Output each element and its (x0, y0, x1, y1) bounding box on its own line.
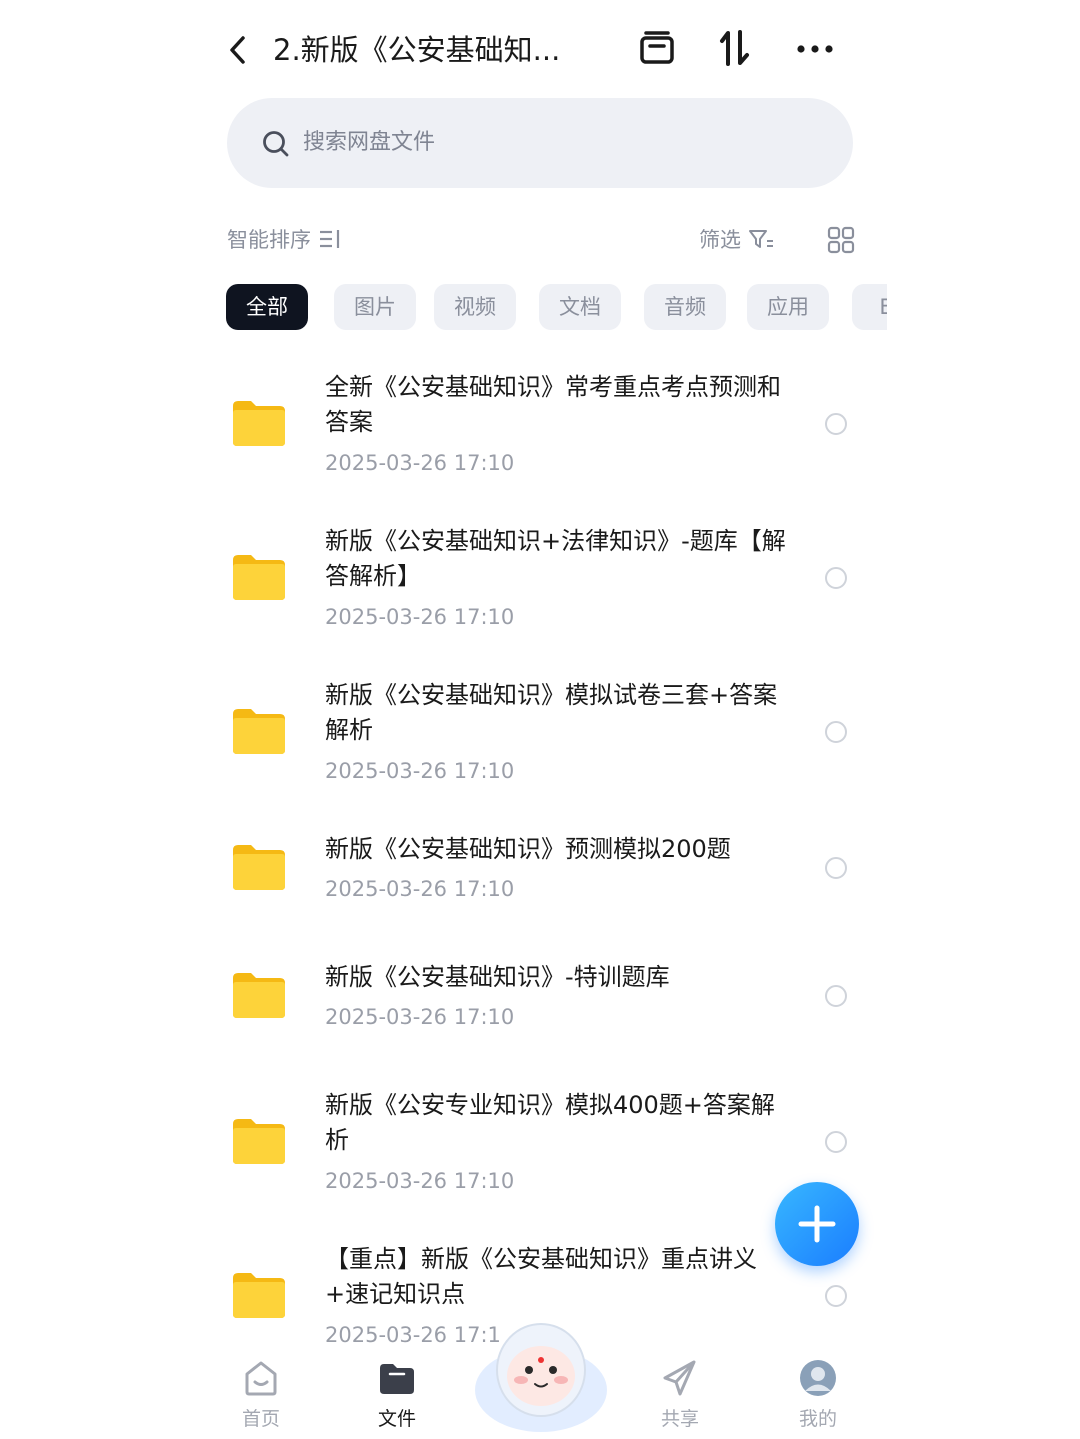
top-bar: 2.新版《公安基础知... (193, 0, 887, 95)
tab-bt[interactable]: BT (852, 284, 887, 330)
folder-icon (380, 1364, 414, 1394)
nav-files[interactable]: 文件 (342, 1352, 452, 1439)
tab-images[interactable]: 图片 (334, 284, 416, 330)
file-date: 2025-03-26 17:10 (325, 605, 515, 629)
file-date: 2025-03-26 17:10 (325, 1005, 515, 1029)
folder-icon (233, 709, 285, 754)
file-name: 新版《公安专业知识》模拟400题+答案解析 (325, 1091, 775, 1154)
mascot-assistant[interactable] (471, 1310, 611, 1435)
tab-videos[interactable]: 视频 (434, 284, 516, 330)
select-radio[interactable] (825, 857, 847, 879)
list-item[interactable]: 全新《公安基础知识》常考重点考点预测和答案 2025-03-26 17:10 (193, 368, 887, 488)
search-icon (263, 131, 289, 157)
file-name: 新版《公安基础知识》模拟试卷三套+答案解析 (325, 681, 778, 744)
sort-row: 智能排序 筛选 (227, 220, 855, 260)
select-radio[interactable] (825, 1285, 847, 1307)
home-icon (245, 1361, 277, 1396)
tab-documents[interactable]: 文档 (539, 284, 621, 330)
list-item[interactable]: 新版《公安基础知识》-特训题库 2025-03-26 17:10 (193, 958, 887, 1038)
add-button[interactable] (775, 1182, 859, 1266)
nav-label: 我的 (798, 1408, 837, 1430)
nav-share[interactable]: 共享 (625, 1352, 735, 1439)
phone-screen: 2.新版《公安基础知... 搜索网盘文件 智能排序 筛选 全部 图片 视频 文档… (193, 0, 887, 1439)
file-date: 2025-03-26 17:10 (325, 877, 515, 901)
tab-apps[interactable]: 应用 (747, 284, 829, 330)
search-input[interactable]: 搜索网盘文件 (227, 98, 853, 188)
folder-icon (233, 1119, 285, 1164)
select-radio[interactable] (825, 567, 847, 589)
folder-icon (233, 401, 285, 446)
nav-profile[interactable]: 我的 (763, 1352, 873, 1439)
folder-icon (233, 845, 285, 890)
folder-icon (233, 555, 285, 600)
file-name: 新版《公安基础知识+法律知识》-题库【解答解析】 (325, 527, 786, 590)
nav-home[interactable]: 首页 (206, 1352, 316, 1439)
select-radio[interactable] (825, 721, 847, 743)
smart-sort-button[interactable]: 智能排序 (227, 224, 342, 254)
filter-icon (748, 230, 773, 248)
sort-label: 智能排序 (227, 228, 311, 252)
sort-arrows-icon[interactable] (716, 28, 756, 68)
tab-all[interactable]: 全部 (226, 284, 308, 330)
folder-icon (233, 1273, 285, 1318)
select-radio[interactable] (825, 985, 847, 1007)
archive-icon[interactable] (637, 28, 677, 68)
file-name: 【重点】新版《公安基础知识》重点讲义+速记知识点 (325, 1245, 757, 1308)
nav-label: 首页 (241, 1408, 280, 1430)
search-placeholder: 搜索网盘文件 (303, 130, 436, 155)
folder-icon (233, 973, 285, 1018)
file-name: 全新《公安基础知识》常考重点考点预测和答案 (325, 373, 781, 436)
select-radio[interactable] (825, 413, 847, 435)
grid-view-icon[interactable] (827, 226, 855, 254)
file-date: 2025-03-26 17:10 (325, 451, 515, 475)
sort-lines-icon (319, 230, 339, 248)
list-item[interactable]: 新版《公安基础知识》模拟试卷三套+答案解析 2025-03-26 17:10 (193, 676, 887, 796)
list-item[interactable]: 新版《公安基础知识+法律知识》-题库【解答解析】 2025-03-26 17:1… (193, 522, 887, 642)
file-name: 新版《公安基础知识》-特训题库 (325, 963, 670, 991)
select-radio[interactable] (825, 1131, 847, 1153)
file-date: 2025-03-26 17:10 (325, 1169, 515, 1193)
more-icon[interactable] (795, 28, 835, 68)
plus-icon (798, 1205, 836, 1243)
file-name: 新版《公安基础知识》预测模拟200题 (325, 835, 731, 863)
tab-audio[interactable]: 音频 (644, 284, 726, 330)
filter-label: 筛选 (699, 228, 741, 252)
nav-label: 共享 (660, 1408, 699, 1430)
page-title: 2.新版《公安基础知... (273, 33, 561, 67)
share-icon (663, 1360, 696, 1396)
nav-label: 文件 (377, 1408, 416, 1430)
filter-button[interactable]: 筛选 (699, 224, 774, 254)
avatar-icon (800, 1360, 836, 1396)
file-date: 2025-03-26 17:10 (325, 759, 515, 783)
chevron-left-icon[interactable] (223, 30, 253, 70)
list-item[interactable]: 新版《公安基础知识》预测模拟200题 2025-03-26 17:10 (193, 830, 887, 910)
